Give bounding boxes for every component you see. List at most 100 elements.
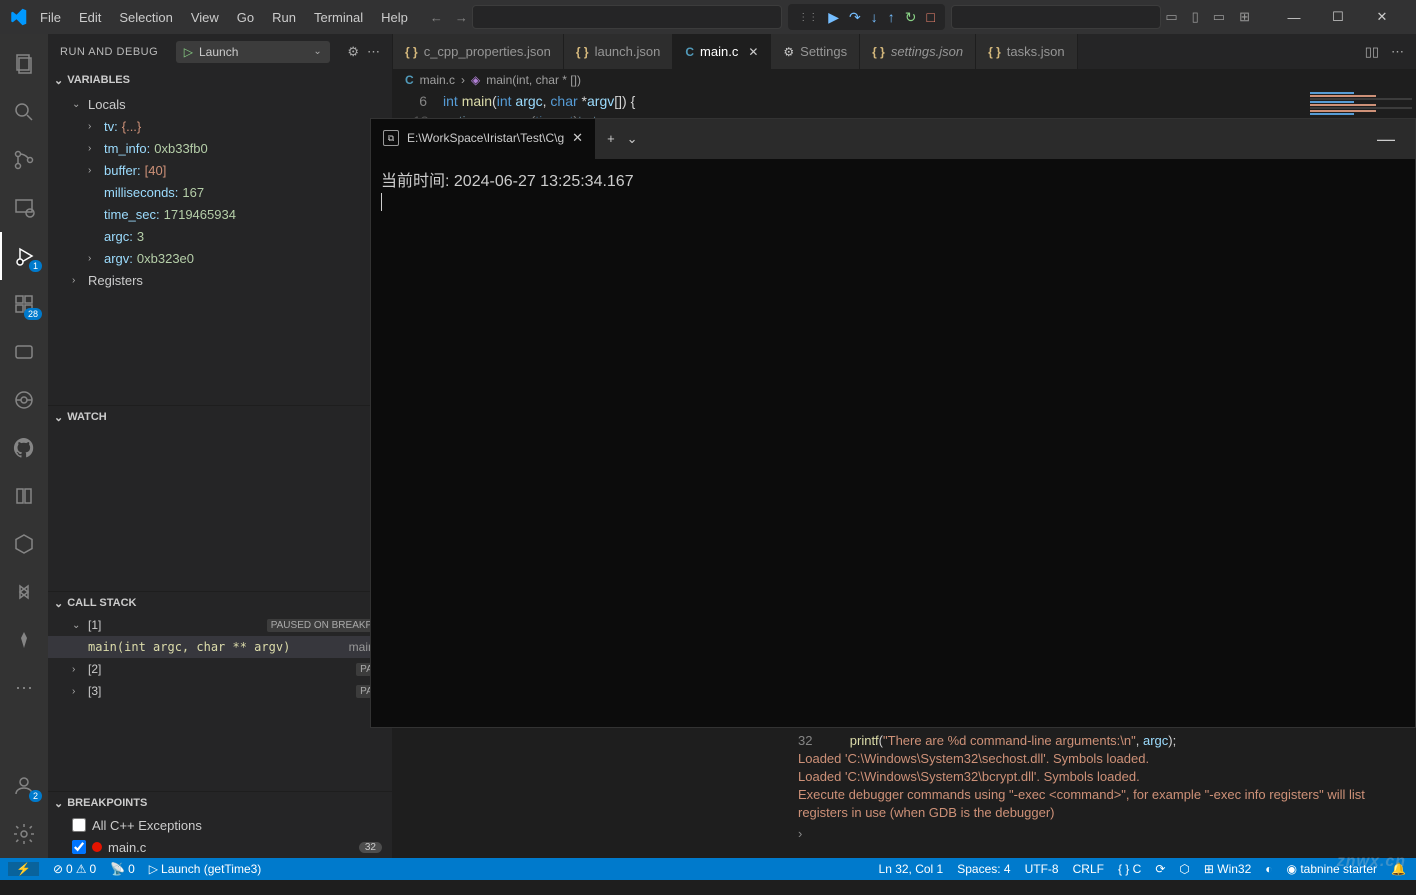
tab-settings-json[interactable]: { }settings.json	[860, 34, 976, 69]
menu-file[interactable]: File	[32, 6, 69, 29]
menu-help[interactable]: Help	[373, 6, 416, 29]
status-ext2-icon[interactable]: ⬡	[1179, 862, 1189, 876]
continue-button[interactable]: ▶	[828, 9, 839, 26]
thread-3[interactable]: ›[3]PAU	[48, 680, 392, 702]
chevron-down-icon[interactable]: ⌄	[627, 131, 638, 147]
menu-go[interactable]: Go	[229, 6, 262, 29]
menu-run[interactable]: Run	[264, 6, 304, 29]
more-actions-icon[interactable]: ⋯	[367, 44, 380, 60]
variable-buffer[interactable]: ›buffer: [40]	[48, 159, 392, 181]
layout-primary-icon[interactable]: ▭	[1165, 9, 1177, 25]
breadcrumb-bar[interactable]: C main.c › ◈ main(int, char * [])	[393, 69, 1416, 91]
locals-scope[interactable]: ⌄ Locals	[48, 93, 392, 115]
customize-layout-icon[interactable]: ⊞	[1239, 9, 1250, 25]
ext-icon-5[interactable]	[0, 568, 48, 616]
ext-icon-1[interactable]	[0, 328, 48, 376]
step-out-button[interactable]: ↑	[888, 9, 895, 25]
command-center-search[interactable]	[472, 5, 782, 29]
source-control-icon[interactable]	[0, 136, 48, 184]
menu-terminal[interactable]: Terminal	[306, 6, 371, 29]
remote-explorer-icon[interactable]	[0, 184, 48, 232]
secondary-search[interactable]	[951, 5, 1161, 29]
terminal-minimize-button[interactable]: —	[1357, 129, 1415, 150]
variable-argv[interactable]: ›argv: 0xb323e0	[48, 247, 392, 269]
remote-indicator[interactable]: ⚡	[8, 862, 39, 876]
nav-forward-icon[interactable]: →	[455, 10, 468, 25]
drag-handle-icon[interactable]: ⋮⋮	[798, 12, 818, 23]
debug-console-prompt[interactable]: ›	[798, 826, 1404, 841]
ext-icon-3[interactable]	[0, 472, 48, 520]
step-over-button[interactable]: ↷	[849, 9, 861, 26]
ext-icon-4[interactable]	[0, 520, 48, 568]
variable-milliseconds[interactable]: milliseconds: 167	[48, 181, 392, 203]
search-icon[interactable]	[0, 88, 48, 136]
tab-tasks-json[interactable]: { }tasks.json	[976, 34, 1078, 69]
status-position[interactable]: Ln 32, Col 1	[879, 862, 944, 876]
status-eol[interactable]: CRLF	[1073, 862, 1104, 876]
gear-icon[interactable]: ⚙	[347, 44, 359, 60]
status-ports[interactable]: 📡 0	[110, 862, 135, 876]
new-tab-icon[interactable]: +	[607, 131, 615, 147]
thread-2[interactable]: ›[2]PAU	[48, 658, 392, 680]
launch-config-selector[interactable]: ▷ Launch ⌄	[176, 41, 330, 63]
step-into-button[interactable]: ↓	[871, 9, 878, 25]
terminal-tab[interactable]: ⧉ E:\WorkSpace\Iristar\Test\C\g ✕	[371, 119, 595, 159]
menu-selection[interactable]: Selection	[111, 6, 180, 29]
stack-frame-main[interactable]: main(int argc, char ** argv)main.c	[48, 636, 392, 658]
more-tab-actions-icon[interactable]: ⋯	[1391, 44, 1404, 60]
layout-panel-icon[interactable]: ▯	[1192, 9, 1199, 25]
close-icon[interactable]: ✕	[748, 45, 758, 59]
status-ext3-icon[interactable]: ◐	[1265, 862, 1272, 876]
status-platform[interactable]: ⊞ Win32	[1204, 862, 1251, 876]
more-icon[interactable]: ⋯	[0, 664, 48, 712]
nav-back-icon[interactable]: ←	[430, 10, 443, 25]
thread-1[interactable]: ⌄[1]PAUSED ON BREAKPO	[48, 614, 392, 636]
status-ext1-icon[interactable]: ⟳	[1155, 862, 1165, 876]
layout-secondary-icon[interactable]: ▭	[1213, 9, 1225, 25]
tab-launch-json[interactable]: { }launch.json	[564, 34, 673, 69]
breakpoints-section: ⌄ BREAKPOINTS All C++ Exceptions main.c …	[48, 791, 392, 858]
stop-button[interactable]: □	[927, 9, 935, 25]
split-editor-icon[interactable]: ▯▯	[1365, 44, 1379, 60]
watch-header[interactable]: ⌄ WATCH	[48, 406, 392, 428]
tab-c-cpp-properties[interactable]: { }c_cpp_properties.json	[393, 34, 564, 69]
breakpoint-checkbox[interactable]	[72, 840, 86, 854]
close-icon[interactable]: ✕	[572, 130, 583, 146]
menu-view[interactable]: View	[183, 6, 227, 29]
variables-header[interactable]: ⌄ VARIABLES	[48, 69, 392, 91]
tab-settings[interactable]: ⚙Settings	[771, 34, 860, 69]
run-debug-icon[interactable]: 1	[0, 232, 48, 280]
restart-button[interactable]: ↻	[905, 9, 917, 26]
menu-edit[interactable]: Edit	[71, 6, 109, 29]
ext-icon-2[interactable]	[0, 376, 48, 424]
variable-tv[interactable]: ›tv: {...}	[48, 115, 392, 137]
debug-console[interactable]: 32 printf("There are %d command-line arg…	[786, 728, 1416, 858]
breakpoints-header[interactable]: ⌄ BREAKPOINTS	[48, 792, 392, 814]
window-close-button[interactable]: ✕	[1360, 0, 1404, 34]
status-spaces[interactable]: Spaces: 4	[957, 862, 1010, 876]
settings-gear-icon[interactable]	[0, 810, 48, 858]
variable-tm-info[interactable]: ›tm_info: 0xb33fb0	[48, 137, 392, 159]
status-encoding[interactable]: UTF-8	[1025, 862, 1059, 876]
tab-main-c[interactable]: Cmain.c✕	[673, 34, 771, 69]
registers-scope[interactable]: ›Registers	[48, 269, 392, 291]
variable-time-sec[interactable]: time_sec: 1719465934	[48, 203, 392, 225]
terminal-output[interactable]: 当前时间: 2024-06-27 13:25:34.167	[371, 159, 1415, 727]
explorer-icon[interactable]	[0, 40, 48, 88]
debug-toolbar: ⋮⋮ ▶ ↷ ↓ ↑ ↻ □	[788, 4, 945, 30]
accounts-icon[interactable]: 2	[0, 762, 48, 810]
status-language[interactable]: { } C	[1118, 862, 1141, 876]
github-icon[interactable]	[0, 424, 48, 472]
window-maximize-button[interactable]: ☐	[1316, 0, 1360, 34]
window-minimize-button[interactable]: —	[1272, 0, 1316, 34]
variable-argc[interactable]: argc: 3	[48, 225, 392, 247]
status-debug-launch[interactable]: ▷ Launch (getTime3)	[149, 862, 262, 876]
ext-icon-6[interactable]	[0, 616, 48, 664]
breakpoint-all-cpp-exceptions[interactable]: All C++ Exceptions	[48, 814, 392, 836]
status-errors[interactable]: ⊘ 0 ⚠ 0	[53, 862, 96, 876]
breakpoint-checkbox[interactable]	[72, 818, 86, 832]
extensions-icon[interactable]: 28	[0, 280, 48, 328]
callstack-header[interactable]: ⌄ CALL STACK	[48, 592, 392, 614]
breakpoint-main-c[interactable]: main.c 32	[48, 836, 392, 858]
launch-config-name: Launch	[199, 45, 307, 59]
